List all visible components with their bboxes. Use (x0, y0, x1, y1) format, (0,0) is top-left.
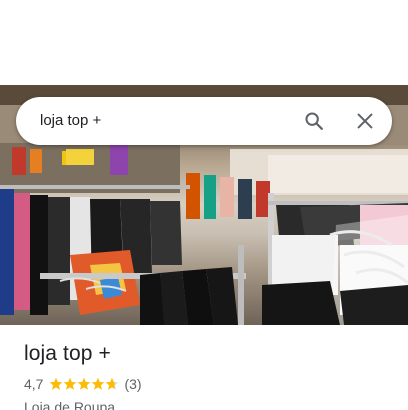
star-icon (50, 377, 63, 390)
star-icon (106, 377, 119, 390)
place-category: Loja de Roupa (24, 399, 116, 410)
place-info-panel: loja top + 4,7 (3) Loja de Roupa (24, 340, 394, 410)
star-rating (49, 377, 119, 391)
star-icon (78, 377, 91, 390)
search-icon (305, 112, 323, 130)
clear-search-button[interactable] (351, 107, 379, 135)
place-title[interactable]: loja top + (24, 340, 394, 368)
search-input[interactable] (40, 109, 290, 133)
blank-header-area (0, 0, 408, 85)
search-button[interactable] (300, 107, 328, 135)
review-count[interactable]: (3) (124, 376, 141, 392)
star-icon (64, 377, 77, 390)
rating-value: 4,7 (24, 376, 44, 392)
close-icon (357, 113, 373, 129)
search-bar[interactable] (16, 97, 392, 145)
star-icon (92, 377, 105, 390)
rating-row[interactable]: 4,7 (3) (24, 375, 394, 393)
